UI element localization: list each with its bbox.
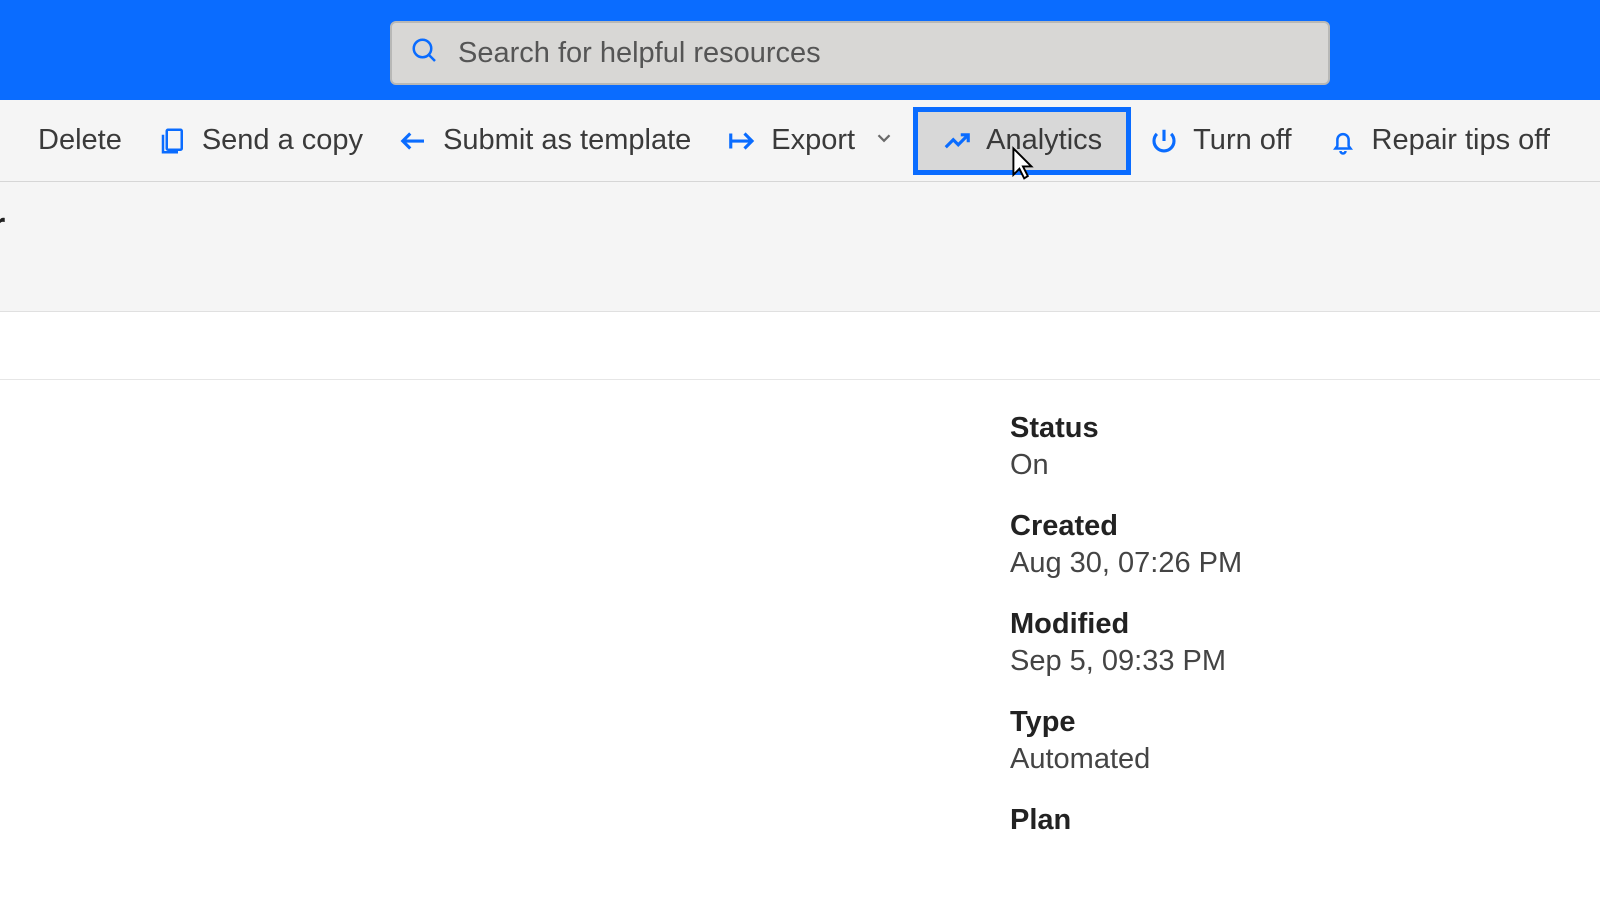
- export-label: Export: [771, 124, 855, 157]
- analytics-label: Analytics: [986, 124, 1102, 157]
- turn-off-label: Turn off: [1193, 124, 1291, 157]
- bell-icon: [1328, 126, 1358, 156]
- submit-template-label: Submit as template: [443, 124, 691, 157]
- separator: [0, 312, 1600, 380]
- status-value: On: [1010, 449, 1600, 482]
- export-icon: [727, 126, 757, 156]
- page-title: r: [0, 206, 5, 245]
- turn-off-button[interactable]: Turn off: [1131, 107, 1309, 175]
- command-bar: Delete Send a copy Submit as template Ex…: [0, 100, 1600, 182]
- app-header: [0, 0, 1600, 100]
- repair-tips-button[interactable]: Repair tips off: [1310, 107, 1568, 175]
- analytics-icon: [942, 126, 972, 156]
- search-icon: [410, 36, 440, 71]
- page-title-area: r: [0, 182, 1600, 312]
- search-input[interactable]: [458, 37, 1310, 70]
- copy-icon: [158, 126, 188, 156]
- detail-created: Created Aug 30, 07:26 PM: [1010, 510, 1600, 580]
- send-copy-label: Send a copy: [202, 124, 363, 157]
- created-value: Aug 30, 07:26 PM: [1010, 547, 1600, 580]
- chevron-down-icon: [873, 124, 895, 157]
- type-value: Automated: [1010, 743, 1600, 776]
- detail-type: Type Automated: [1010, 706, 1600, 776]
- export-button[interactable]: Export: [709, 107, 913, 175]
- repair-tips-label: Repair tips off: [1372, 124, 1550, 157]
- send-copy-button[interactable]: Send a copy: [140, 107, 381, 175]
- delete-label: Delete: [38, 124, 122, 157]
- plan-label: Plan: [1010, 804, 1600, 837]
- detail-modified: Modified Sep 5, 09:33 PM: [1010, 608, 1600, 678]
- type-label: Type: [1010, 706, 1600, 739]
- status-label: Status: [1010, 412, 1600, 445]
- detail-status: Status On: [1010, 412, 1600, 482]
- details-pane: Status On Created Aug 30, 07:26 PM Modif…: [0, 380, 1600, 837]
- delete-button[interactable]: Delete: [20, 107, 140, 175]
- created-label: Created: [1010, 510, 1600, 543]
- arrow-left-icon: [399, 126, 429, 156]
- search-box[interactable]: [390, 21, 1330, 85]
- modified-value: Sep 5, 09:33 PM: [1010, 645, 1600, 678]
- modified-label: Modified: [1010, 608, 1600, 641]
- submit-template-button[interactable]: Submit as template: [381, 107, 709, 175]
- analytics-button[interactable]: Analytics: [913, 107, 1131, 175]
- power-icon: [1149, 126, 1179, 156]
- detail-plan: Plan: [1010, 804, 1600, 837]
